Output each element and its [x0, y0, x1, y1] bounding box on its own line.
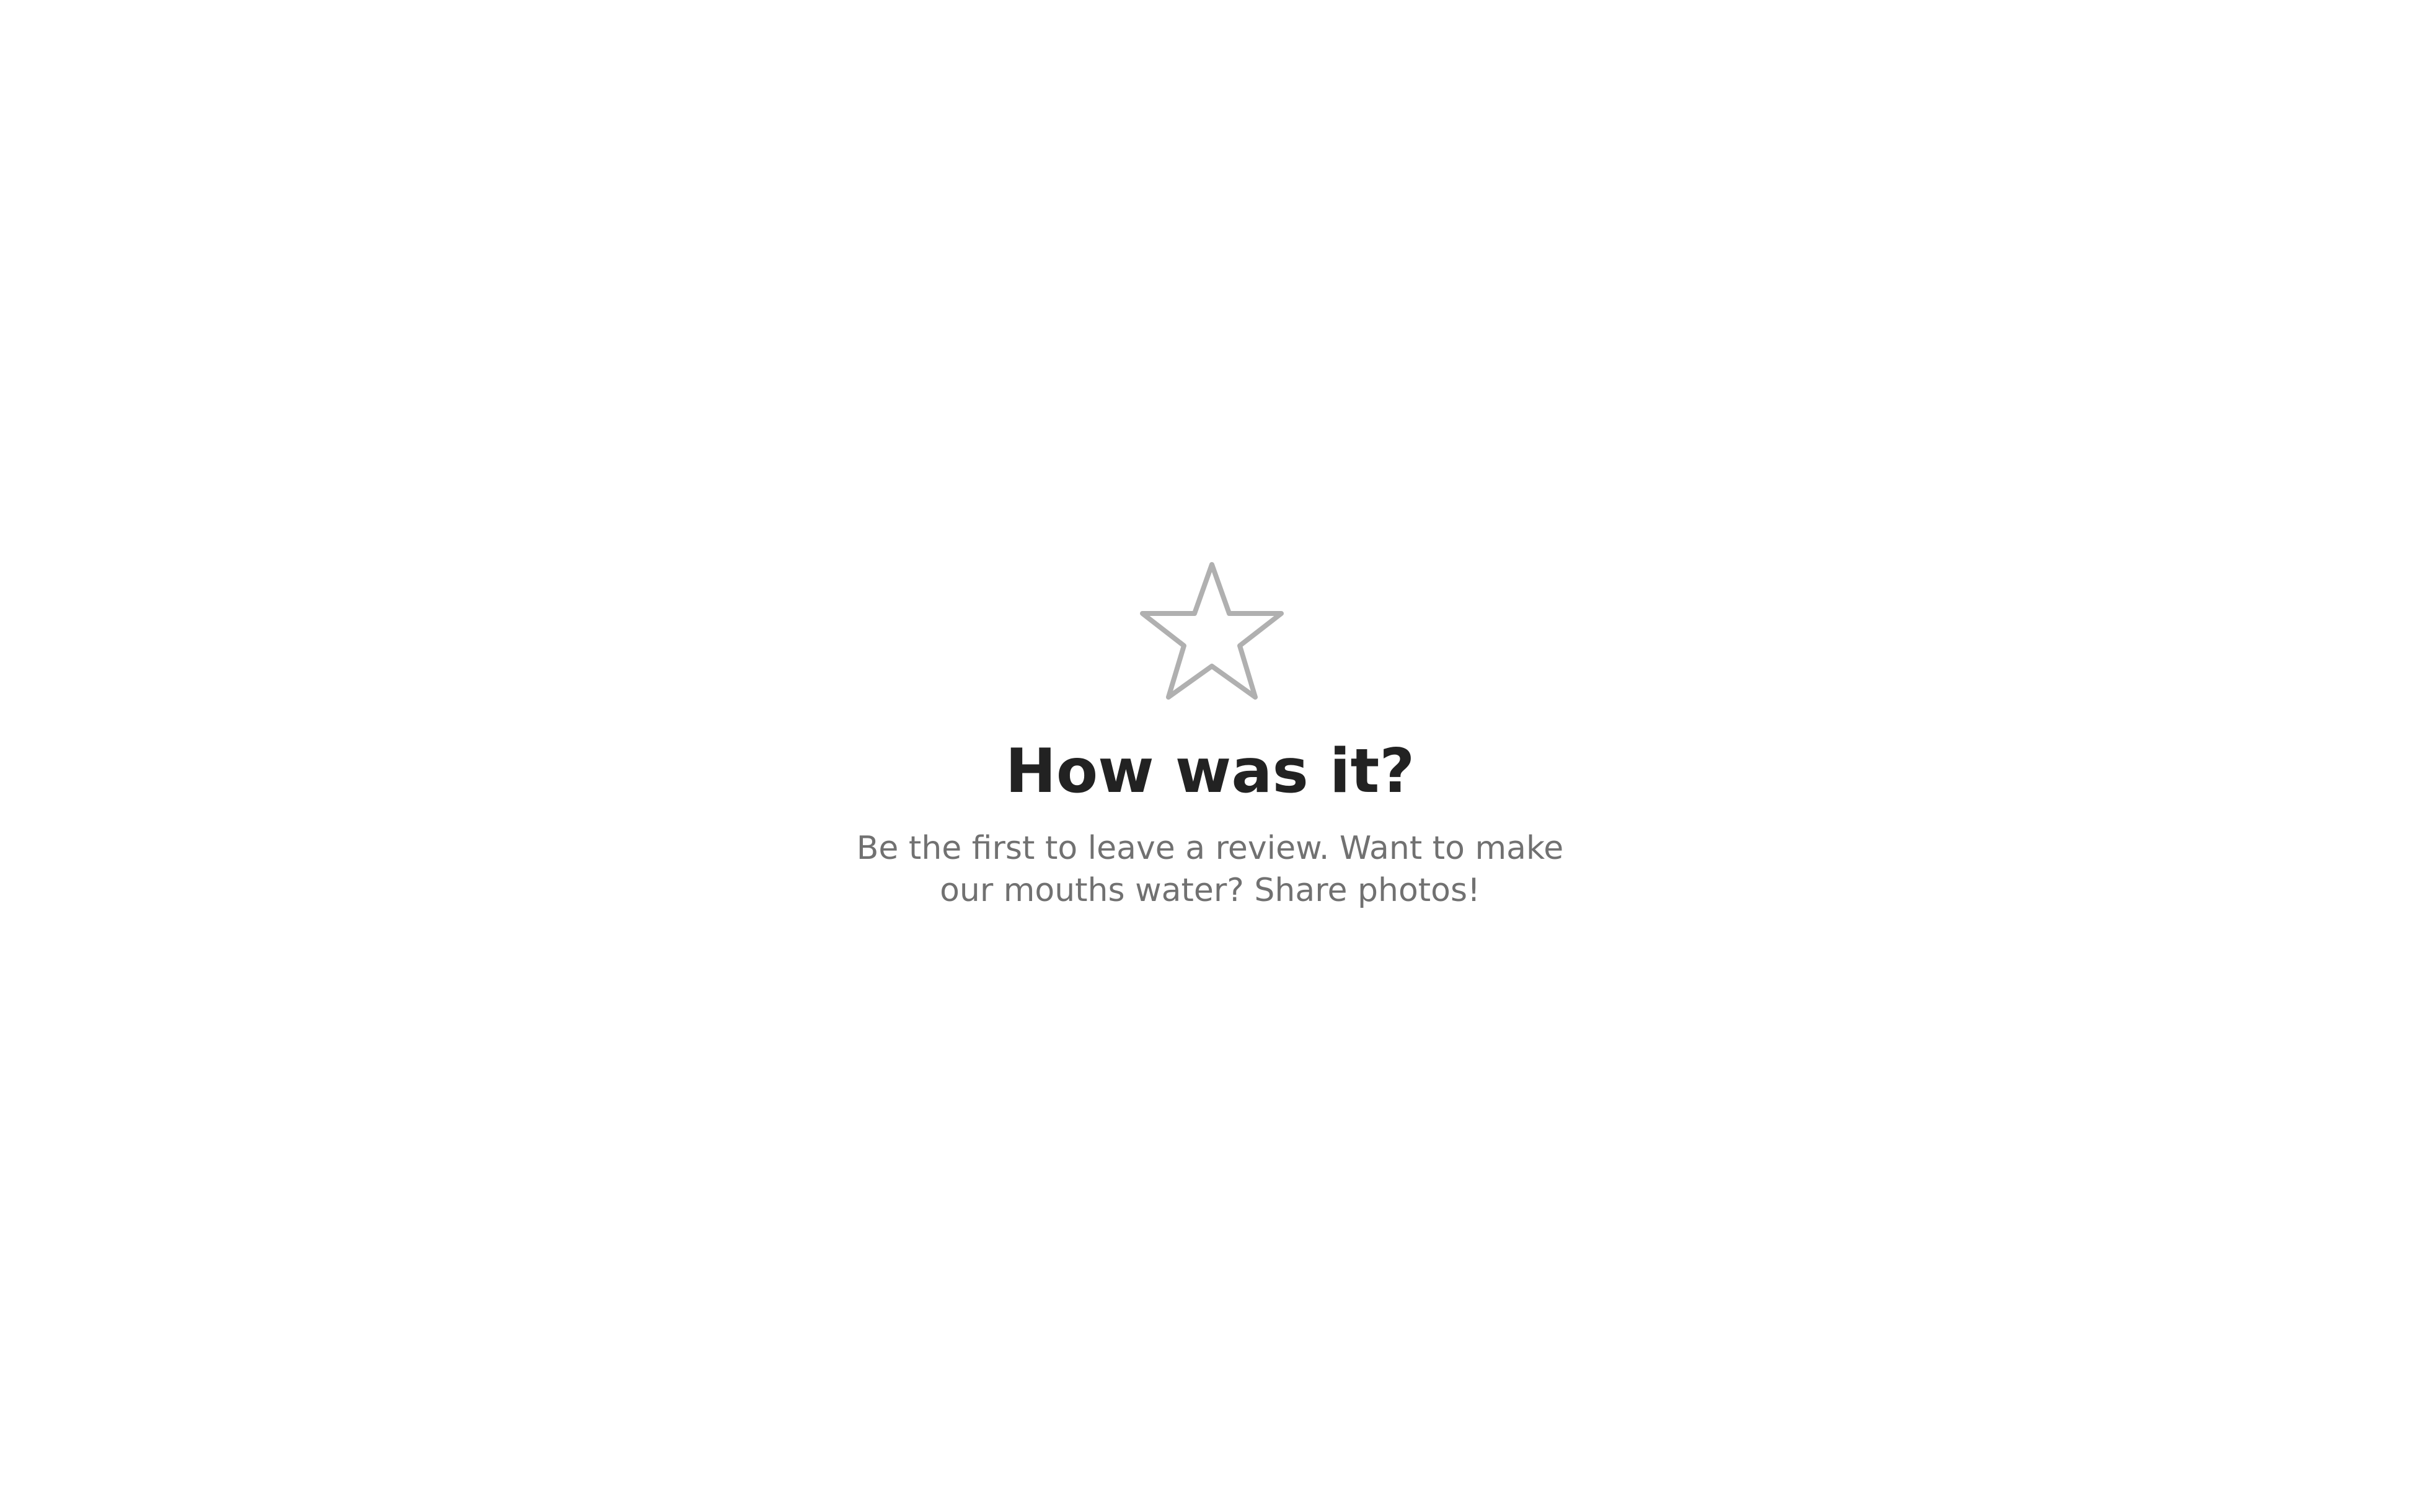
star-outline-icon	[1137, 561, 1286, 706]
reviews-empty-state: How was it? Be the first to leave a revi…	[0, 0, 2420, 1512]
empty-state-title: How was it?	[1005, 736, 1415, 807]
reviews-page: How was it? Be the first to leave a revi…	[0, 0, 2420, 1512]
empty-state-message: Be the first to leave a review. Want to …	[856, 830, 1564, 909]
